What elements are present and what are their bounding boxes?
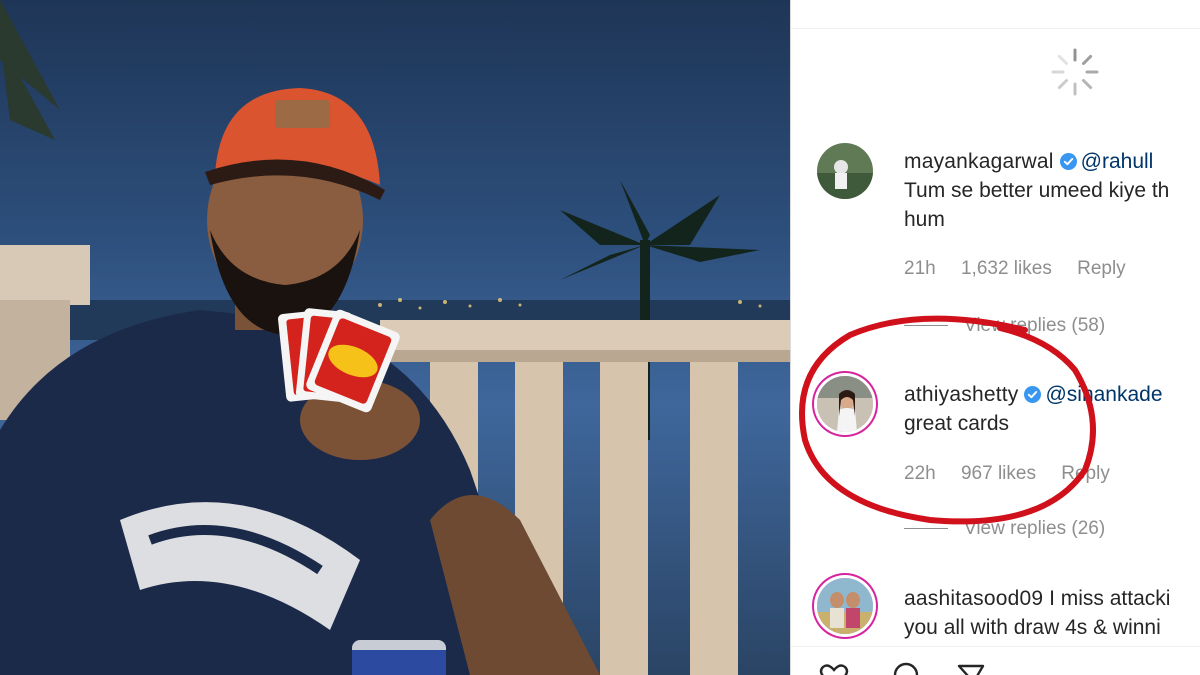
view-replies-button[interactable]: View replies (58) [904, 315, 1105, 337]
verified-badge-icon [1059, 153, 1077, 170]
comment-mention[interactable]: @sinankade [1045, 383, 1162, 406]
share-icon[interactable] [956, 661, 986, 675]
comment-time[interactable]: 21h [904, 258, 936, 279]
avatar[interactable] [817, 143, 873, 199]
comment-body-line2: hum [904, 208, 945, 231]
loading-spinner-icon [1051, 48, 1099, 96]
comment-text: mayankagarwal @rahull Tum se better umeed… [904, 147, 1200, 234]
avatar[interactable] [817, 578, 873, 634]
comment-likes[interactable]: 967 likes [961, 463, 1036, 484]
comment-username[interactable]: aashitasood09 [904, 587, 1043, 610]
comment-meta: 21h 1,632 likes Reply [904, 258, 1146, 280]
avatar-photo-icon [817, 376, 873, 432]
comments-panel: mayankagarwal @rahull Tum se better umeed… [791, 0, 1200, 675]
reply-button[interactable]: Reply [1061, 463, 1110, 484]
avatar-photo-icon [817, 578, 873, 634]
heart-icon[interactable] [819, 661, 849, 675]
photo-scene [0, 0, 790, 675]
comment-mention[interactable]: @rahull [1081, 150, 1154, 173]
view-replies-label: View replies (58) [964, 315, 1106, 336]
post-action-bar [791, 646, 1200, 675]
header-divider [791, 28, 1200, 29]
view-replies-line [904, 325, 948, 327]
view-replies-button[interactable]: View replies (26) [904, 518, 1105, 540]
comment-meta: 22h 967 likes Reply [904, 463, 1130, 485]
post-photo [0, 0, 790, 675]
view-replies-label: View replies (26) [964, 518, 1106, 539]
comment-username[interactable]: mayankagarwal [904, 150, 1054, 173]
comment-body-line1: Tum se better umeed kiye th [904, 179, 1170, 202]
view-replies-line [904, 528, 948, 530]
comment-body-line2: you all with draw 4s & winni [904, 616, 1161, 639]
comment-username[interactable]: athiyashetty [904, 383, 1018, 406]
comment-time[interactable]: 22h [904, 463, 936, 484]
comment-text: aashitasood09 I miss attacki you all wit… [904, 584, 1200, 642]
avatar[interactable] [817, 376, 873, 432]
comment-body-line1: I miss attacki [1049, 587, 1171, 610]
comment-likes[interactable]: 1,632 likes [961, 258, 1052, 279]
comment-body-line1: great cards [904, 412, 1010, 435]
comment-icon[interactable] [891, 661, 921, 675]
avatar-photo-icon [817, 143, 873, 199]
reply-button[interactable]: Reply [1077, 258, 1126, 279]
comment-text: athiyashetty @sinankade great cards [904, 380, 1200, 438]
verified-badge-icon [1024, 386, 1042, 403]
